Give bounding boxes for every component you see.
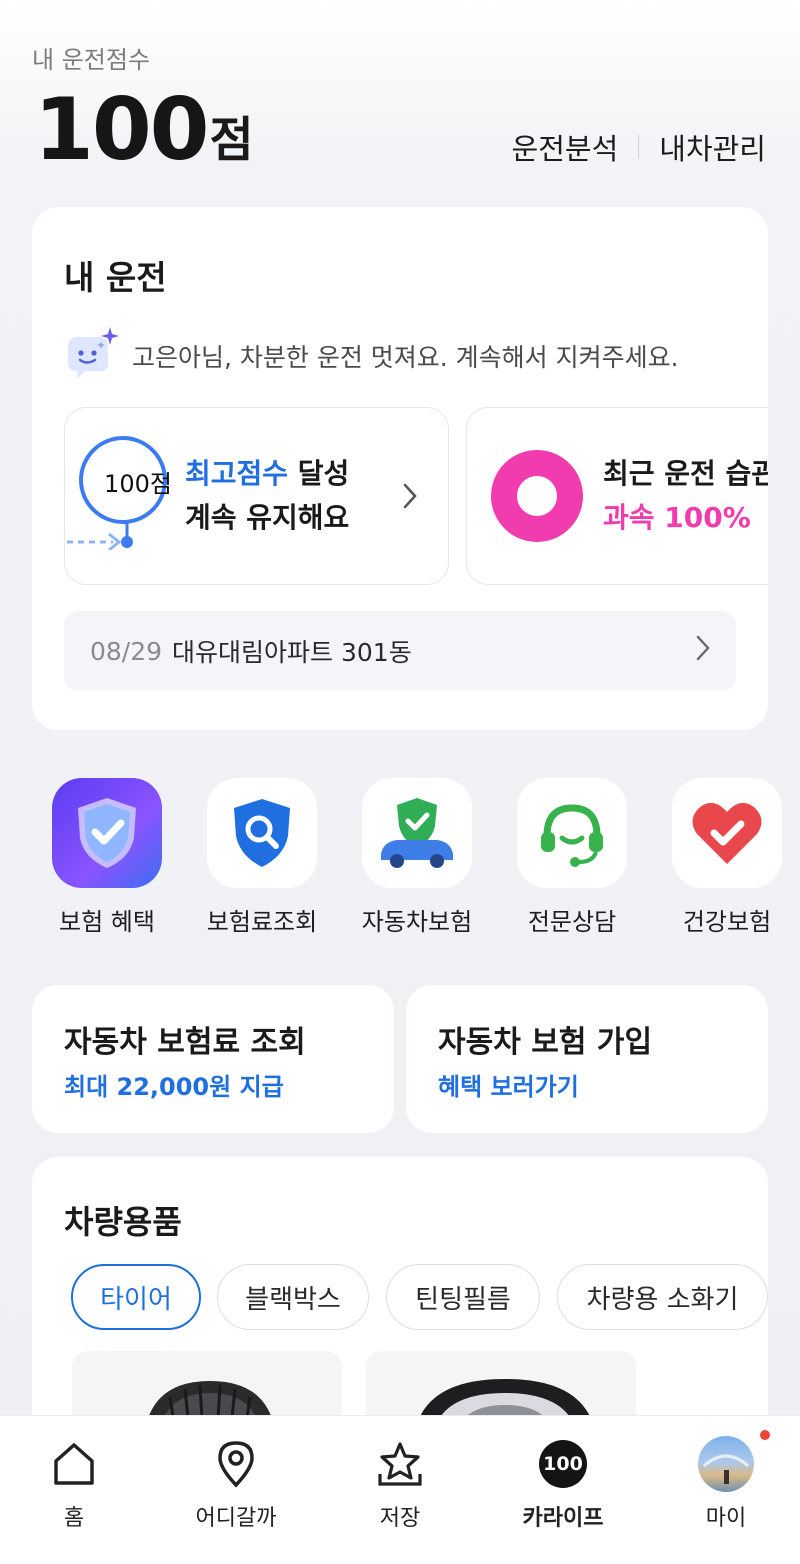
nav-label: 카라이프 xyxy=(522,1506,604,1531)
recent-habit-title: 최근 운전 습관 xyxy=(603,457,768,490)
header-links: 운전분석 내차관리 xyxy=(512,126,766,168)
premium-lookup-card[interactable]: 자동차 보험료 조회 최대 22,000원 지급 xyxy=(32,985,394,1133)
insurance-signup-card[interactable]: 자동차 보험 가입 혜택 보러가기 xyxy=(406,985,768,1133)
coach-text: 고은아님, 차분한 운전 멋져요. 계속해서 지켜주세요. xyxy=(132,343,679,372)
nav-carlife[interactable]: 100 카라이프 xyxy=(493,1438,633,1532)
recent-habit-card[interactable]: 최근 운전 습관 과속 100% xyxy=(466,407,768,585)
speeding-ratio: 과속 100% xyxy=(603,501,751,534)
card-subtitle: 최대 22,000원 지급 xyxy=(64,1073,284,1101)
nav-home[interactable]: 홈 xyxy=(4,1438,144,1532)
nav-label: 마이 xyxy=(705,1506,747,1531)
home-icon xyxy=(4,1438,144,1490)
driving-analysis-link[interactable]: 운전분석 xyxy=(512,126,619,168)
driving-score: 100 점 xyxy=(34,84,254,176)
shield-check-icon xyxy=(52,778,162,888)
top-score-card[interactable]: 100점 최고점수 달성 계속 유지해요 xyxy=(64,407,449,585)
nav-score-badge: 100 xyxy=(539,1440,587,1488)
chip-blackbox[interactable]: 블랙박스 xyxy=(217,1264,369,1330)
shortcut-label: 보험 혜택 xyxy=(59,908,155,936)
score-100-icon: 100 xyxy=(493,1438,633,1490)
score-badge: 100점 xyxy=(104,470,172,498)
avatar-icon xyxy=(656,1430,796,1492)
divider xyxy=(638,135,640,159)
donut-chart-icon xyxy=(491,450,583,546)
score-caption: 내 운전점수 xyxy=(32,46,151,74)
nav-saved[interactable]: 저장 xyxy=(330,1438,470,1532)
shortcut-label: 건강보험 xyxy=(682,908,772,936)
top-score-rest: 달성 xyxy=(288,457,350,490)
chevron-right-icon xyxy=(696,635,710,667)
shortcut-label: 전문상담 xyxy=(527,908,617,936)
section-title: 내 운전 xyxy=(64,258,167,297)
nav-label: 홈 xyxy=(63,1506,85,1531)
shortcut-premium-lookup[interactable]: 보험료조회 xyxy=(187,778,337,937)
top-score-text: 최고점수 달성 계속 유지해요 xyxy=(185,452,349,540)
coach-bot-icon xyxy=(62,325,120,387)
card-title: 자동차 보험 가입 xyxy=(438,1025,653,1060)
bottom-navigation: 홈 어디갈까 저장 100 카라이프 마이 xyxy=(0,1415,800,1564)
heart-check-icon xyxy=(672,778,782,888)
avatar xyxy=(698,1436,754,1492)
chip-tire[interactable]: 타이어 xyxy=(71,1264,201,1330)
shortcut-insurance-benefit[interactable]: 보험 혜택 xyxy=(32,778,182,937)
score-unit: 점 xyxy=(209,112,254,168)
chevron-right-icon xyxy=(402,482,418,514)
shortcut-car-insurance[interactable]: 자동차보험 xyxy=(342,778,492,937)
recent-drive-row[interactable]: 08/29 대유대림아파트 301동 xyxy=(64,611,736,691)
recent-date: 08/29 xyxy=(90,636,163,666)
location-pin-icon xyxy=(166,1438,306,1490)
shortcut-health-insurance[interactable]: 건강보험 xyxy=(652,778,800,937)
car-shield-icon xyxy=(362,778,472,888)
recent-habit-text: 최근 운전 습관 과속 100% xyxy=(603,452,768,540)
my-car-link[interactable]: 내차관리 xyxy=(659,126,766,168)
shortcut-label: 자동차보험 xyxy=(361,908,473,936)
recent-place: 대유대림아파트 301동 xyxy=(172,638,412,667)
my-driving-card: 내 운전 고은아님, 차분한 운전 멋져요. 계속해서 지켜주세요. 100점 … xyxy=(32,207,768,730)
score-value: 100 xyxy=(34,80,210,180)
shortcut-label: 보험료조회 xyxy=(206,908,318,936)
nav-where-to-go[interactable]: 어디갈까 xyxy=(166,1438,306,1532)
top-score-highlight: 최고점수 xyxy=(185,457,289,490)
card-subtitle: 혜택 보러가기 xyxy=(438,1073,579,1101)
shield-search-icon xyxy=(207,778,317,888)
star-save-icon xyxy=(330,1438,470,1490)
chip-tinting-film[interactable]: 틴팅필름 xyxy=(386,1264,540,1330)
notification-dot xyxy=(760,1430,770,1440)
nav-label: 어디갈까 xyxy=(195,1506,277,1531)
section-title: 차량용품 xyxy=(64,1203,182,1241)
shortcut-consultation[interactable]: 전문상담 xyxy=(497,778,647,937)
top-score-subtext: 계속 유지해요 xyxy=(185,501,350,534)
card-title: 자동차 보험료 조회 xyxy=(64,1025,306,1060)
coach-message: 고은아님, 차분한 운전 멋져요. 계속해서 지켜주세요. xyxy=(62,325,679,387)
chip-fire-extinguisher[interactable]: 차량용 소화기 xyxy=(557,1264,768,1330)
nav-my[interactable]: 마이 xyxy=(656,1430,796,1532)
nav-label: 저장 xyxy=(379,1506,421,1531)
headset-icon xyxy=(517,778,627,888)
